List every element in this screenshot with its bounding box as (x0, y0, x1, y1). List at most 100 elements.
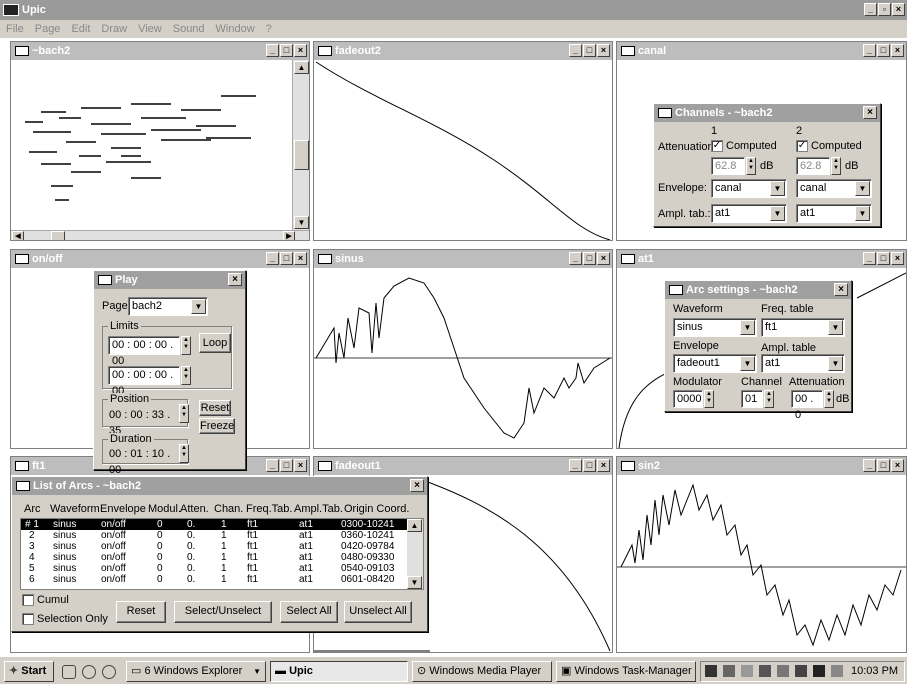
limit-end-spinner[interactable]: ▲ ▼ (181, 366, 191, 385)
loop-button[interactable]: Loop (199, 333, 231, 353)
table-row[interactable]: 2 sinus on/off 0 0. 1 ft1 at1 0360-10241 (21, 530, 407, 541)
media-icon[interactable] (102, 665, 116, 679)
restore-icon[interactable]: ▫ (878, 3, 891, 16)
close-icon[interactable]: × (891, 459, 904, 472)
minimize-icon[interactable]: _ (864, 3, 877, 16)
unselect-all-button[interactable]: Unselect All (344, 601, 412, 623)
close-icon[interactable]: × (863, 106, 877, 119)
menu-draw[interactable]: Draw (101, 20, 127, 38)
waveform-select[interactable]: sinus ▼ (673, 318, 757, 337)
chevron-down-icon[interactable]: ▼ (828, 320, 843, 335)
chevron-down-icon[interactable]: ▼ (191, 299, 206, 314)
fadeout2-curve[interactable] (314, 60, 612, 240)
sin2-waveform[interactable] (617, 475, 906, 652)
page-select[interactable]: bach2 ▼ (128, 297, 208, 316)
attenuation-1-field[interactable]: 62.8 (711, 157, 745, 175)
list-scrollbar[interactable]: ▲ ▼ (407, 519, 423, 589)
close-icon[interactable]: × (892, 3, 905, 16)
tray-icon[interactable] (705, 665, 717, 677)
scroll-up-icon[interactable]: ▲ (294, 61, 309, 74)
attenuation-field[interactable]: 00 . 0 (791, 390, 823, 421)
attenuation-spinner[interactable]: ▲ ▼ (824, 390, 834, 408)
cumul-checkbox[interactable]: Cumul (22, 594, 69, 607)
reset-button[interactable]: Reset (116, 601, 166, 623)
menu-page[interactable]: Page (35, 20, 61, 38)
minimize-icon[interactable]: _ (266, 252, 279, 265)
limit-end-field[interactable]: 00 : 00 : 00 . 00 (108, 366, 180, 397)
menu-view[interactable]: View (138, 20, 162, 38)
tray-icon[interactable] (759, 665, 771, 677)
browser-icon[interactable] (82, 665, 96, 679)
clock[interactable]: 10:03 PM (851, 665, 898, 677)
horizontal-scrollbar[interactable]: ◀ ▶ (11, 230, 309, 240)
hscroll-thumb[interactable] (51, 231, 65, 240)
select-unselect-button[interactable]: Select/Unselect (174, 601, 272, 623)
duration-spinner[interactable]: ▲ ▼ (179, 444, 189, 463)
chevron-down-icon[interactable]: ▼ (770, 206, 785, 221)
tray-icon[interactable] (795, 665, 807, 677)
minimize-icon[interactable]: _ (863, 459, 876, 472)
maximize-icon[interactable]: □ (877, 252, 890, 265)
menu-window[interactable]: Window (216, 20, 255, 38)
table-row[interactable]: 6 sinus on/off 0 0. 1 ft1 at1 0601-08420 (21, 574, 407, 585)
channel-spinner[interactable]: ▲ ▼ (764, 390, 774, 408)
duration-field[interactable]: 00 : 01 : 10 . 00 (106, 446, 178, 476)
chevron-down-icon[interactable]: ▼ (855, 206, 870, 221)
maximize-icon[interactable]: □ (877, 459, 890, 472)
position-spinner[interactable]: ▲ ▼ (179, 404, 189, 423)
tray-icon[interactable] (777, 665, 789, 677)
quicklaunch-icon[interactable] (62, 665, 76, 679)
minimize-icon[interactable]: _ (569, 252, 582, 265)
maximize-icon[interactable]: □ (280, 44, 293, 57)
tray-icon[interactable] (741, 665, 753, 677)
close-icon[interactable]: × (891, 44, 904, 57)
menu-edit[interactable]: Edit (71, 20, 90, 38)
minimize-icon[interactable]: _ (569, 44, 582, 57)
close-icon[interactable]: × (294, 459, 307, 472)
ampl-tab-1-select[interactable]: at1 ▼ (711, 204, 787, 223)
maximize-icon[interactable]: □ (583, 252, 596, 265)
minimize-icon[interactable]: _ (569, 459, 582, 472)
freeze-button[interactable]: Freeze (199, 418, 235, 434)
table-row[interactable]: 4 sinus on/off 0 0. 1 ft1 at1 0480-09330 (21, 552, 407, 563)
score-canvas[interactable] (11, 60, 277, 230)
minimize-icon[interactable]: _ (863, 44, 876, 57)
arcs-list[interactable]: # 1 sinus on/off 0 0. 1 ft1 at1 0300-10241 2 sinu… (20, 518, 424, 590)
maximize-icon[interactable]: □ (280, 459, 293, 472)
maximize-icon[interactable]: □ (583, 44, 596, 57)
maximize-icon[interactable]: □ (280, 252, 293, 265)
tray-icon[interactable] (813, 665, 825, 677)
attenuation-2-field[interactable]: 62.8 (796, 157, 830, 175)
scroll-left-icon[interactable]: ◀ (12, 231, 24, 240)
minimize-icon[interactable]: _ (863, 252, 876, 265)
menu-help[interactable]: ? (266, 20, 272, 38)
taskbar-task-manager[interactable]: ▣ Windows Task-Manager (556, 661, 696, 682)
sinus-waveform[interactable] (314, 268, 612, 448)
tray-icon[interactable] (831, 665, 843, 677)
computed-1-checkbox[interactable]: ✓ Computed (711, 140, 777, 153)
scroll-down-icon[interactable]: ▼ (294, 216, 309, 229)
freq-table-select[interactable]: ft1 ▼ (761, 318, 845, 337)
close-icon[interactable]: × (597, 459, 610, 472)
close-icon[interactable]: × (597, 44, 610, 57)
select-all-button[interactable]: Select All (280, 601, 338, 623)
computed-2-checkbox[interactable]: ✓ Computed (796, 140, 862, 153)
close-icon[interactable]: × (228, 273, 242, 286)
chevron-down-icon[interactable]: ▼ (770, 181, 785, 196)
envelope-select[interactable]: fadeout1 ▼ (673, 354, 757, 373)
chevron-down-icon[interactable]: ▼ (855, 181, 870, 196)
close-icon[interactable]: × (597, 252, 610, 265)
tray-icon[interactable] (723, 665, 735, 677)
close-icon[interactable]: × (294, 44, 307, 57)
channel-field[interactable]: 01 (741, 390, 763, 408)
maximize-icon[interactable]: □ (877, 44, 890, 57)
table-row[interactable]: 3 sinus on/off 0 0. 1 ft1 at1 0420-09784 (21, 541, 407, 552)
close-icon[interactable]: × (410, 479, 424, 492)
table-row[interactable]: # 1 sinus on/off 0 0. 1 ft1 at1 0300-10241 (21, 519, 407, 530)
close-icon[interactable]: × (834, 283, 848, 296)
ampl-table-select[interactable]: at1 ▼ (761, 354, 845, 373)
ampl-tab-2-select[interactable]: at1 ▼ (796, 204, 872, 223)
position-field[interactable]: 00 : 00 : 33 . 35 (106, 407, 178, 437)
selection-only-checkbox[interactable]: Selection Only (22, 613, 108, 626)
menu-file[interactable]: File (6, 20, 24, 38)
